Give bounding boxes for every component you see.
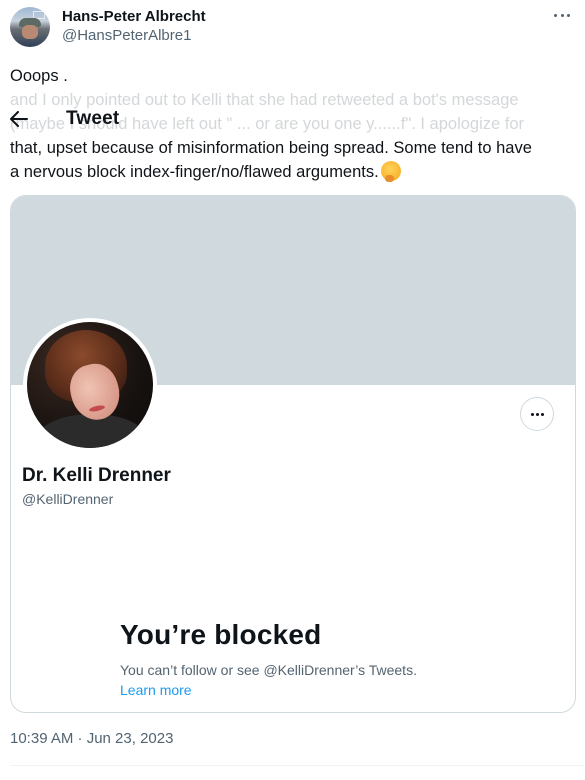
tweet-author: Hans-Peter Albrecht @HansPeterAlbre1: [10, 7, 206, 47]
more-horizontal-icon: [530, 412, 534, 416]
more-horizontal-icon: [560, 13, 564, 17]
page-title: Tweet: [66, 108, 120, 129]
tweet-line: Ooops .: [10, 67, 68, 85]
profile-handle: @KelliDrenner: [22, 491, 114, 507]
tweet-page: Hans-Peter Albrecht @HansPeterAlbre1 Ooo…: [0, 0, 585, 780]
tweet-line: that, upset because of misinformation be…: [10, 139, 532, 157]
tweet-line-text: a nervous block index-finger/no/flawed a…: [10, 163, 379, 181]
tweet-timestamp[interactable]: 10:39 AM · Jun 23, 2023: [10, 730, 173, 747]
author-name[interactable]: Hans-Peter Albrecht: [62, 8, 206, 26]
author-avatar[interactable]: [10, 7, 50, 47]
profile-more-button[interactable]: [520, 397, 554, 431]
thinking-face-emoji-icon: [380, 161, 401, 182]
sticky-header: Tweet: [0, 104, 200, 134]
learn-more-link[interactable]: Learn more: [120, 682, 192, 698]
author-handle[interactable]: @HansPeterAlbre1: [62, 26, 206, 46]
author-names: Hans-Peter Albrecht @HansPeterAlbre1: [62, 8, 206, 46]
embedded-profile-card[interactable]: Dr. Kelli Drenner @KelliDrenner You’re b…: [10, 195, 576, 713]
more-horizontal-icon: [567, 13, 570, 17]
divider: [10, 765, 585, 766]
more-horizontal-icon: [540, 412, 544, 416]
more-horizontal-icon: [535, 412, 539, 416]
more-horizontal-icon: [554, 13, 557, 17]
profile-avatar[interactable]: [23, 318, 157, 452]
blocked-description: You can’t follow or see @KelliDrenner’s …: [120, 662, 417, 678]
tweet-line: a nervous block index-finger/no/flawed a…: [10, 160, 575, 184]
arrow-left-icon: [10, 111, 28, 127]
blocked-title: You’re blocked: [120, 619, 322, 650]
profile-photo: [27, 322, 153, 448]
back-button[interactable]: [10, 109, 30, 129]
more-options-button[interactable]: [551, 8, 573, 22]
avatar-detail: [22, 25, 38, 39]
profile-name: Dr. Kelli Drenner: [22, 465, 171, 486]
